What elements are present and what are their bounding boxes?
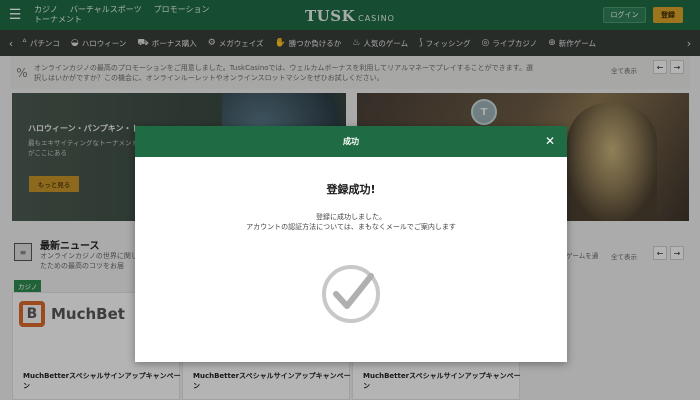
success-modal: 成功 ✕ 登録成功! 登録に成功しました。 アカウントの認証方法については、まも…: [135, 126, 567, 362]
modal-heading: 登録成功!: [326, 183, 376, 196]
modal-message-line-2: アカウントの認証方法については、まもなくメールでご案内します: [246, 223, 456, 231]
checkmark-circle-icon: [322, 265, 380, 323]
close-icon[interactable]: ✕: [541, 132, 559, 150]
modal-message-line-1: 登録に成功しました。: [316, 213, 386, 221]
modal-header: 成功 ✕: [135, 126, 567, 157]
modal-message: 登録に成功しました。 アカウントの認証方法については、まもなくメールでご案内しま…: [135, 212, 567, 232]
modal-title: 成功: [343, 137, 359, 146]
